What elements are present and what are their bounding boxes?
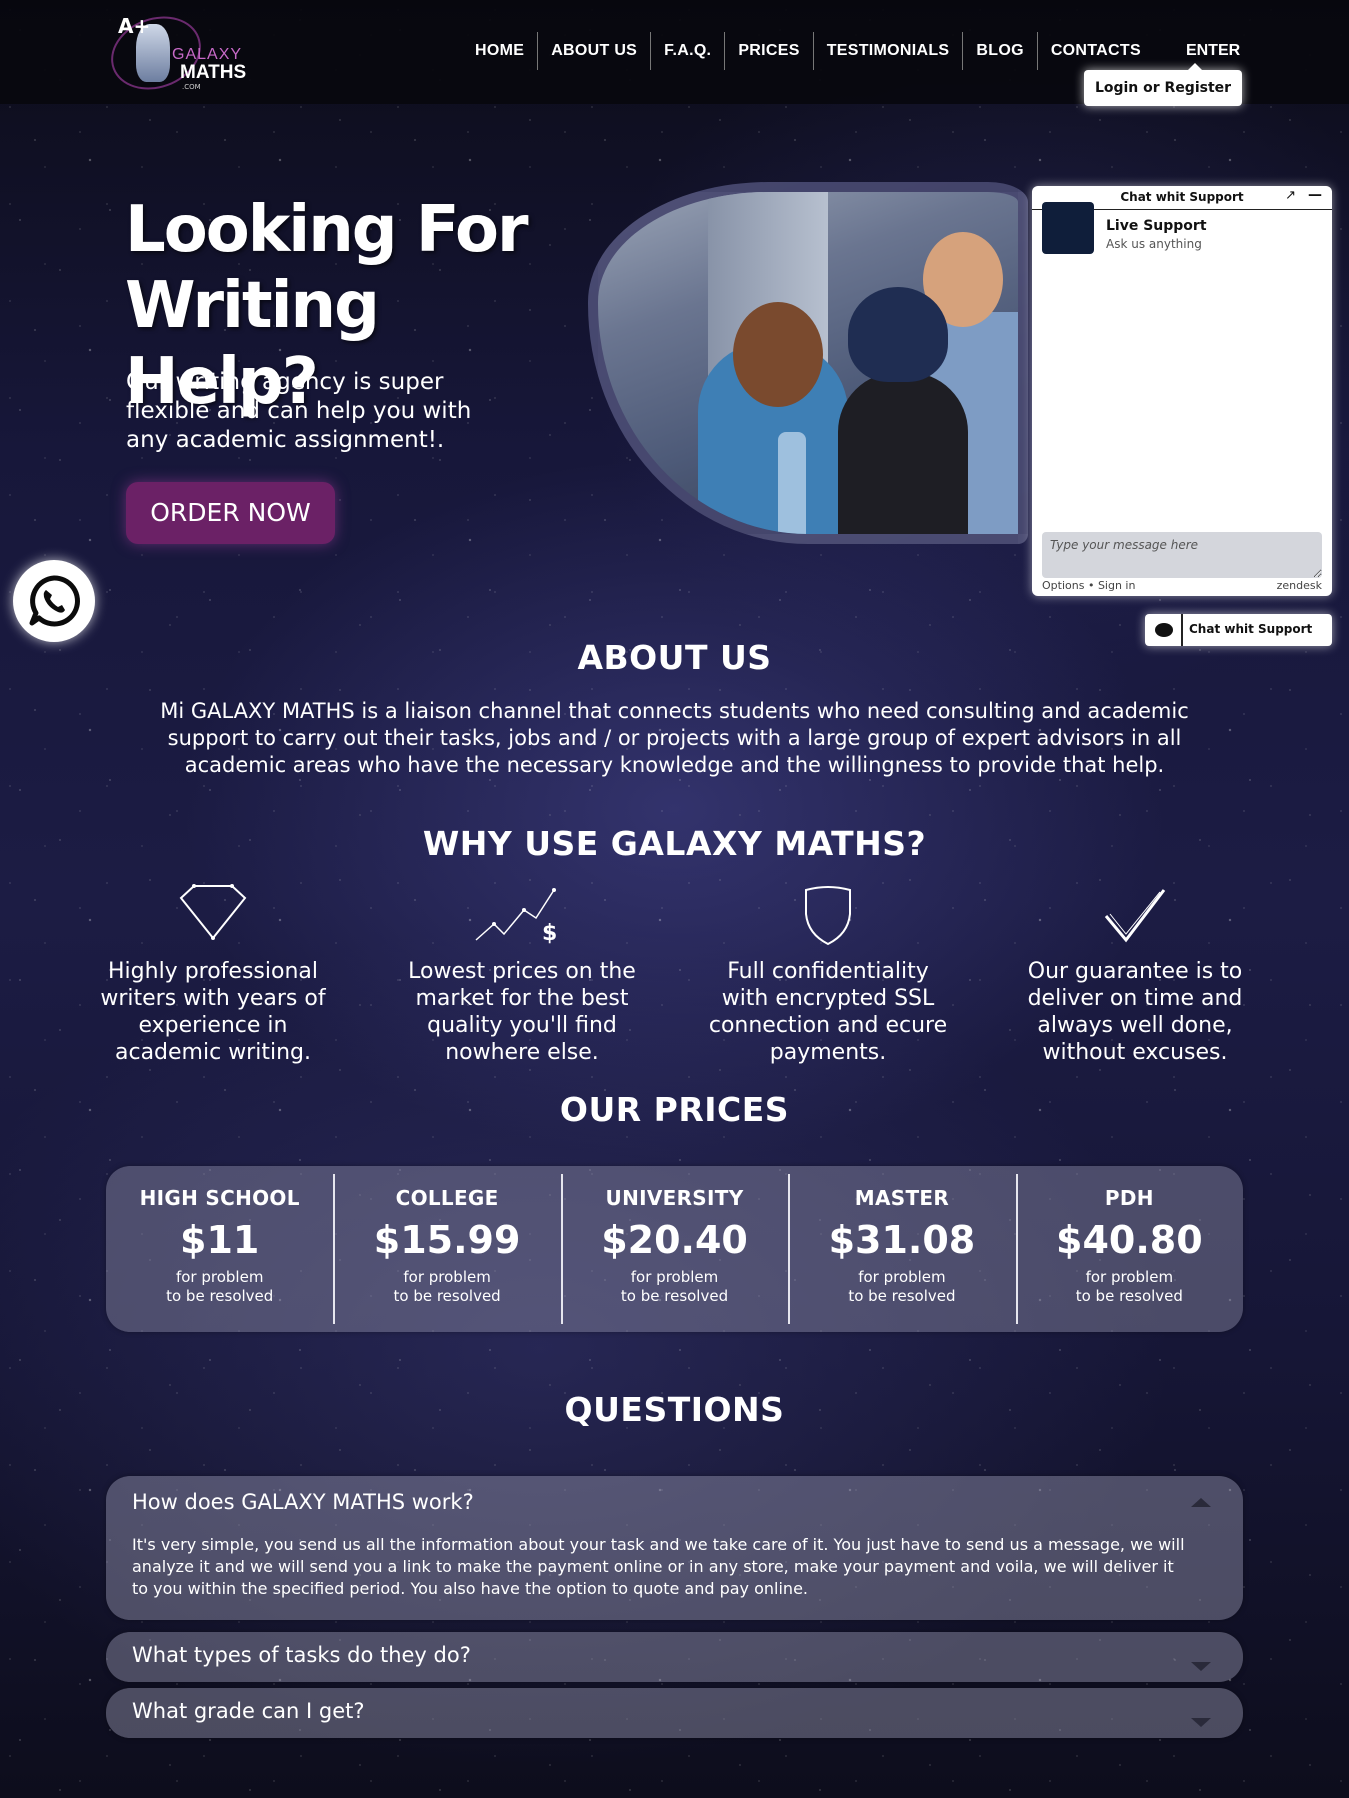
login-register-button[interactable]: Login or Register [1084,63,1242,106]
nav-home[interactable]: HOME [462,32,539,70]
nav-blog[interactable]: BLOG [963,32,1038,70]
plan-name: HIGH SCHOOL [139,1186,300,1210]
plan-price: $31.08 [828,1218,976,1262]
prices-title: OUR PRICES [559,1090,790,1129]
chat-footer: Options • Sign in zendesk [1042,579,1322,592]
price-plan-university[interactable]: UNIVERSITY $20.40 for problem to be resol… [560,1166,788,1332]
plan-note: for problem to be resolved [1075,1268,1183,1305]
feature-text: Highly professional writers with years o… [100,959,326,1065]
plan-name: COLLEGE [395,1186,499,1210]
logo-maths-text: MATHS [180,62,247,83]
order-now-button[interactable]: ORDER NOW [126,482,335,544]
svg-text:$: $ [542,921,557,946]
questions-title: QUESTIONS [564,1390,785,1429]
plan-price: $15.99 [373,1218,521,1262]
price-chart-icon: $ [475,888,557,946]
nav-contacts[interactable]: CONTACTS [1038,32,1154,70]
chat-signin-link[interactable]: Sign in [1098,579,1136,592]
plan-price: $20.40 [601,1218,748,1262]
photo-person-2 [838,372,968,534]
minimize-icon[interactable]: — [1308,187,1322,203]
feature-text: Our guarantee is to deliver on time and … [1027,959,1243,1065]
about-text: Mi GALAXY MATHS is a liaison channel tha… [160,699,1189,777]
plan-note: for problem to be resolved [620,1268,729,1305]
diamond-icon [179,884,247,940]
faq-question[interactable]: How does GALAXY MATHS work? [132,1490,474,1514]
faq-item[interactable]: What types of tasks do they do? [106,1632,1243,1682]
chat-tab-label: Chat whit Support [1189,622,1313,636]
plan-note: for problem to be resolved [393,1268,501,1305]
faq-item-expanded[interactable]: How does GALAXY MATHS work? It's very si… [106,1476,1243,1620]
popout-icon[interactable]: ↗ [1285,188,1296,203]
feature-lowest-prices: $ Lowest prices on the market for the be… [402,878,642,1066]
logo-aplus: A+ [118,14,151,38]
logo[interactable]: A+ GALAXY MATHS .COM [100,4,256,102]
agent-name: Live Support [1106,218,1207,234]
hero-students-photo [588,182,1028,544]
nav-testimonials[interactable]: TESTIMONIALS [814,32,964,70]
plan-name: PDH [1104,1186,1154,1210]
feature-text: Lowest prices on the market for the best… [408,959,636,1065]
price-plan-college[interactable]: COLLEGE $15.99 for problem to be resolved [333,1166,560,1332]
price-plan-pdh[interactable]: PDH $40.80 for problem to be resolved [1015,1166,1243,1332]
agent-subtitle: Ask us anything [1106,237,1202,251]
plan-note: for problem to be resolved [848,1268,956,1305]
whatsapp-button[interactable] [13,560,95,642]
about-title: ABOUT US [577,638,772,677]
photo-bottle [778,432,806,534]
zendesk-brand[interactable]: zendesk [1277,579,1322,592]
collapse-arrow-icon[interactable] [1191,1498,1211,1507]
price-plan-high-school[interactable]: HIGH SCHOOL $11 for problem to be resolve… [106,1166,333,1332]
main-nav: HOME ABOUT US F.A.Q. PRICES TESTIMONIALS… [462,32,1240,70]
hero-subtitle: Our writing agency is super flexible and… [126,369,472,453]
feature-professional-writers: Highly professional writers with years o… [93,878,333,1066]
chat-widget: Chat whit Support ↗ — Live Support Ask u… [1032,186,1332,596]
nav-about-us[interactable]: ABOUT US [538,32,652,70]
faq-question[interactable]: What grade can I get? [132,1699,365,1723]
faq-answer: It's very simple, you send us all the in… [132,1535,1185,1598]
plan-price: $40.80 [1056,1218,1203,1262]
nav-prices[interactable]: PRICES [725,32,814,70]
photo-head-2 [848,287,948,382]
plan-price: $11 [180,1218,260,1262]
prices-panel: HIGH SCHOOL $11 for problem to be resolve… [106,1166,1243,1332]
faq-item[interactable]: What grade can I get? [106,1688,1243,1738]
whatsapp-icon [29,575,80,627]
plan-name: MASTER [854,1186,950,1210]
dot-separator: • [1084,579,1098,592]
expand-arrow-icon[interactable] [1191,1718,1211,1727]
hero-title-line1: Looking For [125,193,529,267]
nav-faq[interactable]: F.A.Q. [651,32,726,70]
agent-avatar [1042,202,1094,254]
chat-message-input[interactable] [1042,532,1322,578]
shield-icon [805,886,851,946]
expand-arrow-icon[interactable] [1191,1662,1211,1671]
feature-guarantee: Our guarantee is to deliver on time and … [1015,878,1255,1066]
price-plan-master[interactable]: MASTER $31.08 for problem to be resolved [788,1166,1015,1332]
feature-confidentiality: Full confidentiality with encrypted SSL … [708,878,948,1066]
plan-note: for problem to be resolved [166,1268,274,1305]
why-title: WHY USE GALAXY MATHS? [422,824,927,863]
faq-question[interactable]: What types of tasks do they do? [132,1643,471,1667]
logo-com-text: .COM [182,83,201,91]
photo-head-1 [733,302,823,407]
feature-text: Full confidentiality with encrypted SSL … [708,959,948,1065]
chat-options-link[interactable]: Options [1042,579,1084,592]
plan-name: UNIVERSITY [605,1186,744,1210]
checkmark-icon [1104,889,1166,943]
